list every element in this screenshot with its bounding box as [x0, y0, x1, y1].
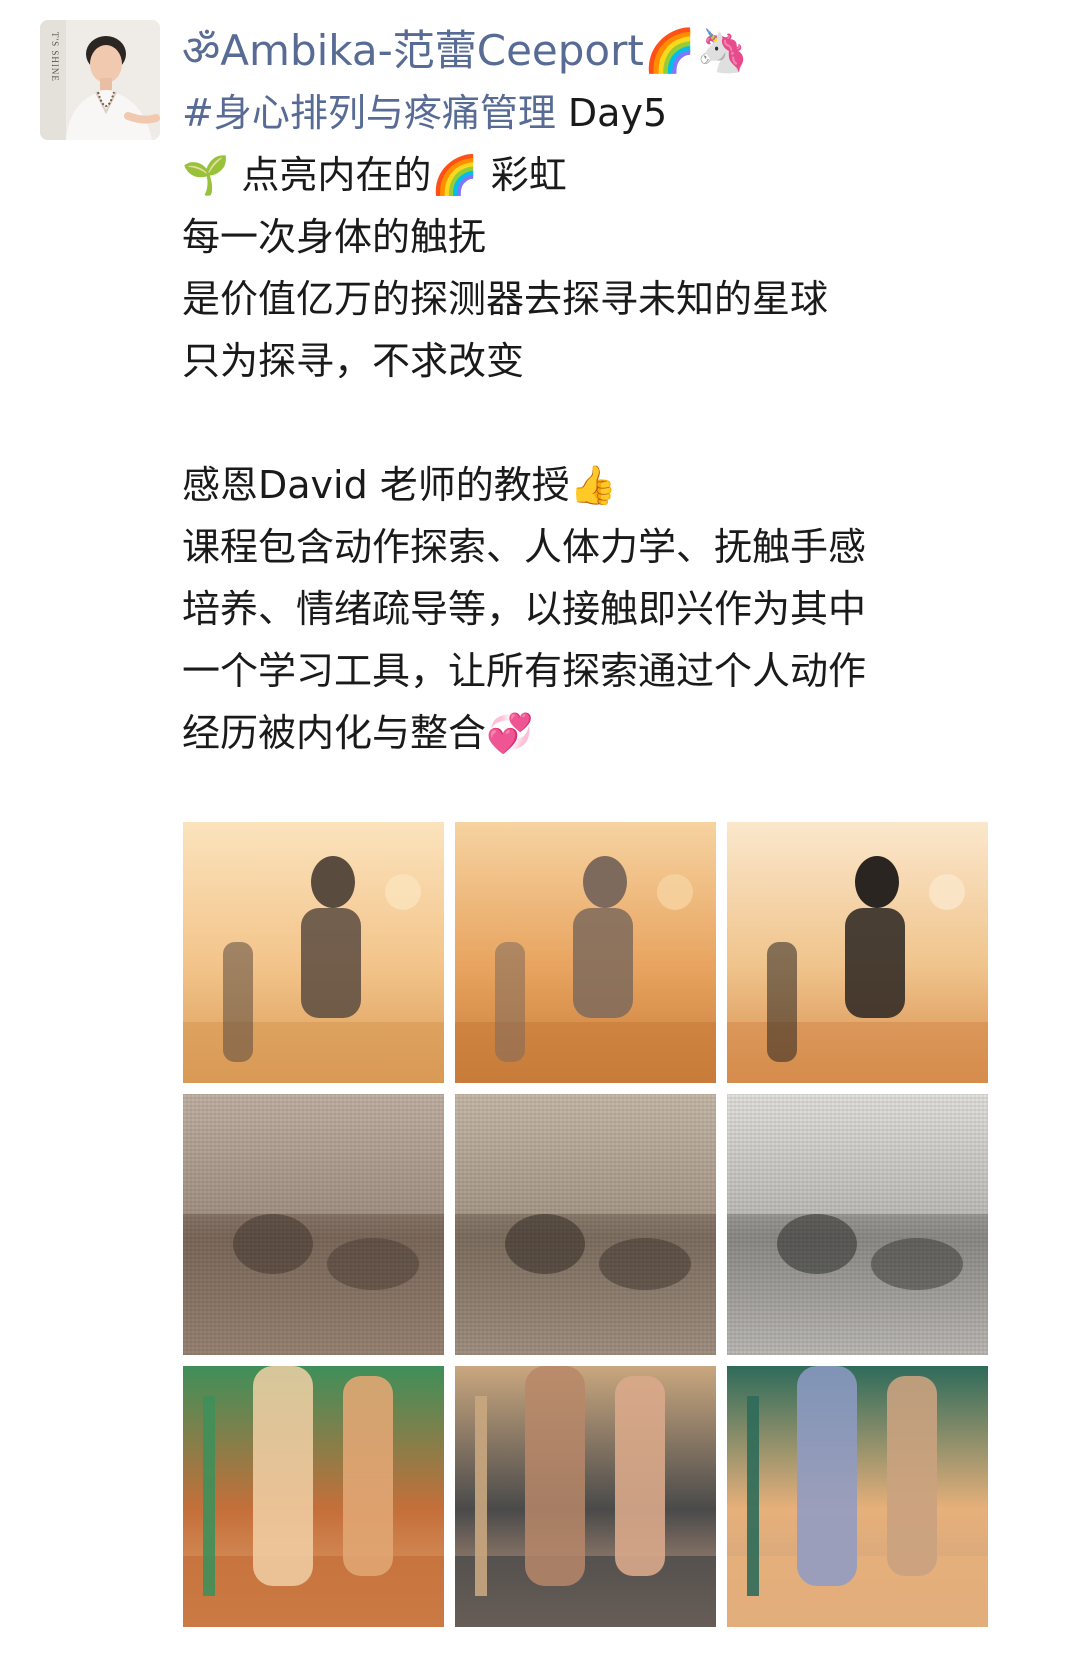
post-text-line: 一个学习工具，让所有探索通过个人动作	[182, 640, 1042, 702]
avatar-wall-text: T'S SHINE	[50, 32, 60, 82]
photo-room-through-screen-1[interactable]	[183, 1094, 444, 1355]
photo-leaf-shadow-screen[interactable]	[727, 1094, 988, 1355]
post-text-line: #身心排列与疼痛管理 Day5	[182, 82, 1042, 144]
post-text-segment: 一个学习工具，让所有探索通过个人动作	[182, 649, 867, 693]
post-text-segment: 🌱 点亮内在的🌈 彩虹	[182, 153, 567, 197]
post-text-line: 培养、情绪疏导等，以接触即兴作为其中	[182, 578, 1042, 640]
hashtag-link[interactable]: #身心排列与疼痛管理	[182, 91, 556, 135]
author-nickname[interactable]: ॐAmbika-范蕾Ceeport🌈🦄	[182, 22, 1042, 82]
post-text-segment: 课程包含动作探索、人体力学、抚触手感	[182, 525, 867, 569]
post-text-line: 经历被内化与整合💞	[182, 702, 1042, 764]
post-text-segment: Day5	[555, 91, 668, 135]
post-text-segment: 培养、情绪疏导等，以接触即兴作为其中	[182, 587, 867, 631]
photo-grid	[183, 822, 988, 1627]
photo-walking-feet[interactable]	[727, 1366, 988, 1627]
post-text-segment: 经历被内化与整合💞	[182, 711, 534, 755]
post-text-line: 感恩David 老师的教授👍	[182, 454, 1042, 516]
post-text-segment: 感恩David 老师的教授👍	[182, 463, 618, 507]
post-content: ॐAmbika-范蕾Ceeport🌈🦄 #身心排列与疼痛管理 Day5 🌱 点亮内…	[182, 22, 1042, 764]
post-text-line: 每一次身体的触抚	[182, 206, 1042, 268]
photo-room-through-screen-2[interactable]	[455, 1094, 716, 1355]
post-text-segment: 只为探寻，不求改变	[182, 339, 525, 383]
post-text-line: 🌱 点亮内在的🌈 彩虹	[182, 144, 1042, 206]
moments-post: T'S SHINE ॐAmbika-范蕾Ceeport🌈🦄 #身心排列与疼痛管理…	[0, 0, 1080, 1674]
post-text-line: 只为探寻，不求改变	[182, 330, 1042, 392]
photo-studio-walking[interactable]	[455, 822, 716, 1083]
photo-holding-hands[interactable]	[455, 1366, 716, 1627]
post-text-line: 是价值亿万的探测器去探寻未知的星球	[182, 268, 1042, 330]
post-text-segment: 每一次身体的触抚	[182, 215, 487, 259]
photo-partners-dancing[interactable]	[183, 822, 444, 1083]
post-text: #身心排列与疼痛管理 Day5 🌱 点亮内在的🌈 彩虹 每一次身体的触抚是价值亿万的…	[182, 82, 1042, 764]
avatar[interactable]: T'S SHINE	[40, 20, 160, 140]
post-text-segment: 是价值亿万的探测器去探寻未知的星球	[182, 277, 829, 321]
post-text-line: 课程包含动作探索、人体力学、抚触手感	[182, 516, 1042, 578]
photo-stretching-by-door[interactable]	[183, 1366, 444, 1627]
photo-smiling-participants[interactable]	[727, 822, 988, 1083]
